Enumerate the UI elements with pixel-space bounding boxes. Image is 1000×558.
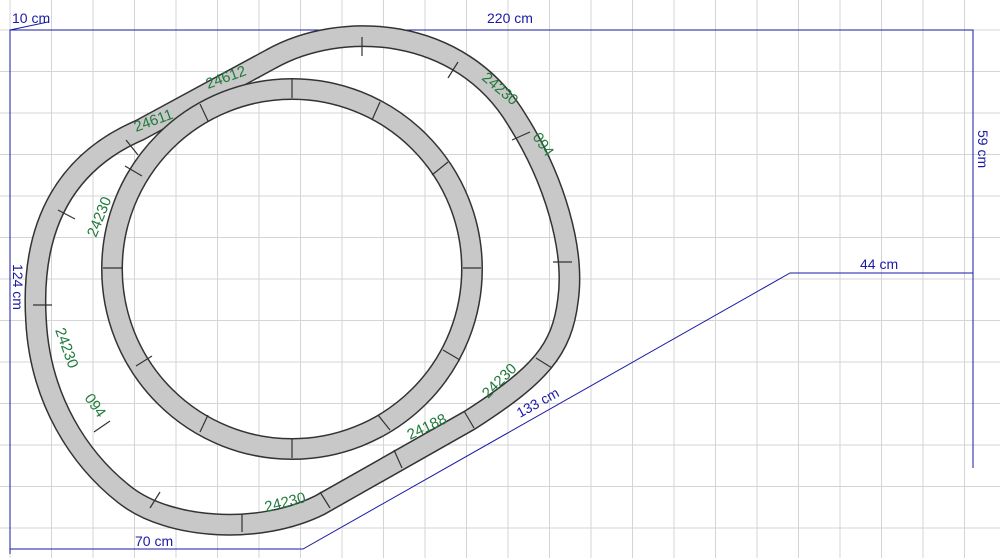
track-layout-canvas: 10 cm 220 cm 59 cm 124 cm 133 cm 44 cm 7…	[0, 0, 1000, 558]
dim-offset-left: 10 cm	[12, 10, 50, 26]
piece-label: 094	[81, 391, 109, 421]
dim-step-width: 44 cm	[860, 256, 898, 272]
dim-height-left: 124 cm	[10, 264, 26, 310]
inner-track	[101, 78, 483, 460]
piece-label: 24230	[51, 326, 81, 371]
inner-track-fill	[102, 79, 482, 459]
dim-width-total: 220 cm	[487, 10, 533, 26]
dim-height-right: 59 cm	[975, 130, 991, 168]
dim-bottom-width: 70 cm	[135, 533, 173, 549]
outline-top-edge	[9, 29, 974, 554]
